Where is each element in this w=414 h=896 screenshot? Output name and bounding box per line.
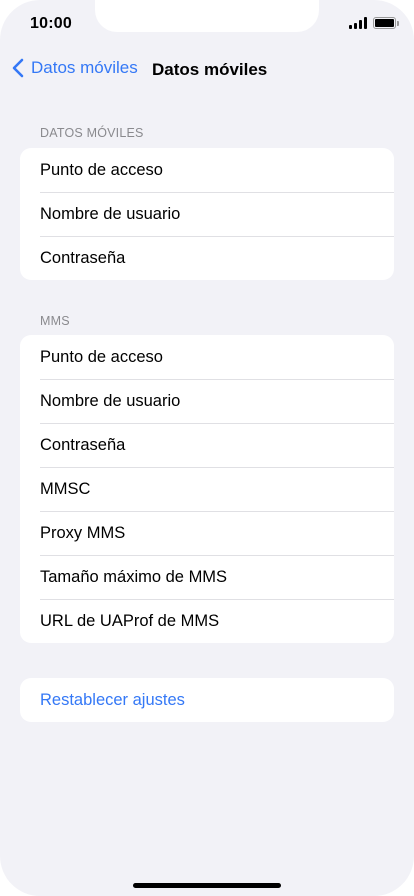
list-item-datos-nombre-usuario[interactable]: Nombre de usuario bbox=[20, 192, 394, 236]
list-item-mms-nombre-usuario[interactable]: Nombre de usuario bbox=[20, 379, 394, 423]
list-item-mmsc[interactable]: MMSC bbox=[20, 467, 394, 511]
list-item-label: MMSC bbox=[40, 479, 91, 498]
list-item-label: Nombre de usuario bbox=[40, 391, 181, 410]
list-item-datos-punto-acceso[interactable]: Punto de acceso bbox=[20, 148, 394, 192]
navigation-bar: Datos móviles Datos móviles bbox=[0, 56, 414, 86]
status-time: 10:00 bbox=[30, 15, 72, 32]
list-item-label: Nombre de usuario bbox=[40, 204, 181, 223]
list-item-datos-contrasena[interactable]: Contraseña bbox=[20, 236, 394, 280]
back-button[interactable]: Datos móviles bbox=[12, 58, 138, 78]
list-item-url-uaprof-mms[interactable]: URL de UAProf de MMS bbox=[20, 599, 394, 643]
home-indicator[interactable] bbox=[133, 883, 281, 888]
back-button-label: Datos móviles bbox=[31, 58, 138, 77]
device-notch bbox=[95, 0, 319, 32]
cellular-signal-icon bbox=[349, 17, 367, 29]
list-item-label: Punto de acceso bbox=[40, 160, 163, 179]
phone-screen: 10:00 Datos móviles Datos móviles DATOS … bbox=[0, 0, 414, 896]
list-item-label: Proxy MMS bbox=[40, 523, 126, 542]
status-icons bbox=[349, 17, 399, 29]
list-item-tamano-maximo-mms[interactable]: Tamaño máximo de MMS bbox=[20, 555, 394, 599]
reset-settings-button[interactable]: Restablecer ajustes bbox=[20, 678, 394, 722]
list-item-proxy-mms[interactable]: Proxy MMS bbox=[20, 511, 394, 555]
page-title: Datos móviles bbox=[152, 60, 268, 79]
group-reset: Restablecer ajustes bbox=[20, 678, 394, 722]
list-item-label: URL de UAProf de MMS bbox=[40, 611, 220, 630]
list-item-mms-punto-acceso[interactable]: Punto de acceso bbox=[20, 335, 394, 379]
group-datos-moviles: Punto de acceso Nombre de usuario Contra… bbox=[20, 148, 394, 280]
battery-icon bbox=[373, 17, 399, 29]
list-item-label: Contraseña bbox=[40, 248, 126, 267]
list-item-label: Punto de acceso bbox=[40, 347, 163, 366]
list-item-label: Contraseña bbox=[40, 435, 126, 454]
group-mms: Punto de acceso Nombre de usuario Contra… bbox=[20, 335, 394, 643]
chevron-left-icon bbox=[12, 58, 24, 78]
section-header-datos-moviles: DATOS MÓVILES bbox=[40, 126, 144, 140]
section-header-mms: MMS bbox=[40, 314, 70, 328]
list-item-label: Tamaño máximo de MMS bbox=[40, 567, 228, 586]
reset-settings-label: Restablecer ajustes bbox=[40, 690, 185, 709]
list-item-mms-contrasena[interactable]: Contraseña bbox=[20, 423, 394, 467]
